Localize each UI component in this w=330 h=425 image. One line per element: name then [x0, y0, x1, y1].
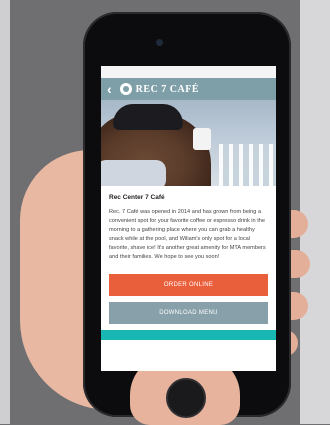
- front-camera: [156, 39, 163, 46]
- order-online-button[interactable]: ORDER ONLINE: [109, 274, 268, 296]
- phone-screen: ‹ REC 7 CAFÉ Rec Center 7 Café Rec. 7 Ca…: [101, 66, 276, 371]
- home-button[interactable]: [166, 378, 206, 418]
- hero-cap: [113, 104, 183, 130]
- hero-image: [101, 100, 276, 186]
- background-right: [300, 0, 330, 424]
- hero-cup: [193, 128, 211, 150]
- background-left: [0, 0, 10, 424]
- hero-railing: [219, 144, 276, 186]
- app-title: REC 7 CAFÉ: [135, 83, 200, 95]
- status-bar: [101, 66, 276, 78]
- content-section: Rec Center 7 Café Rec. 7 Café was opened…: [101, 186, 276, 262]
- download-menu-button[interactable]: DOWNLOAD MENU: [109, 302, 268, 324]
- page-heading: Rec Center 7 Café: [109, 194, 165, 201]
- hero-shirt: [101, 160, 166, 186]
- app-header: ‹ REC 7 CAFÉ: [101, 78, 276, 100]
- cafe-logo-icon: [119, 83, 132, 95]
- page-description: Rec. 7 Café was opened in 2014 and has g…: [109, 209, 266, 260]
- next-action-button[interactable]: [101, 330, 276, 340]
- back-chevron-icon[interactable]: ‹: [107, 82, 112, 96]
